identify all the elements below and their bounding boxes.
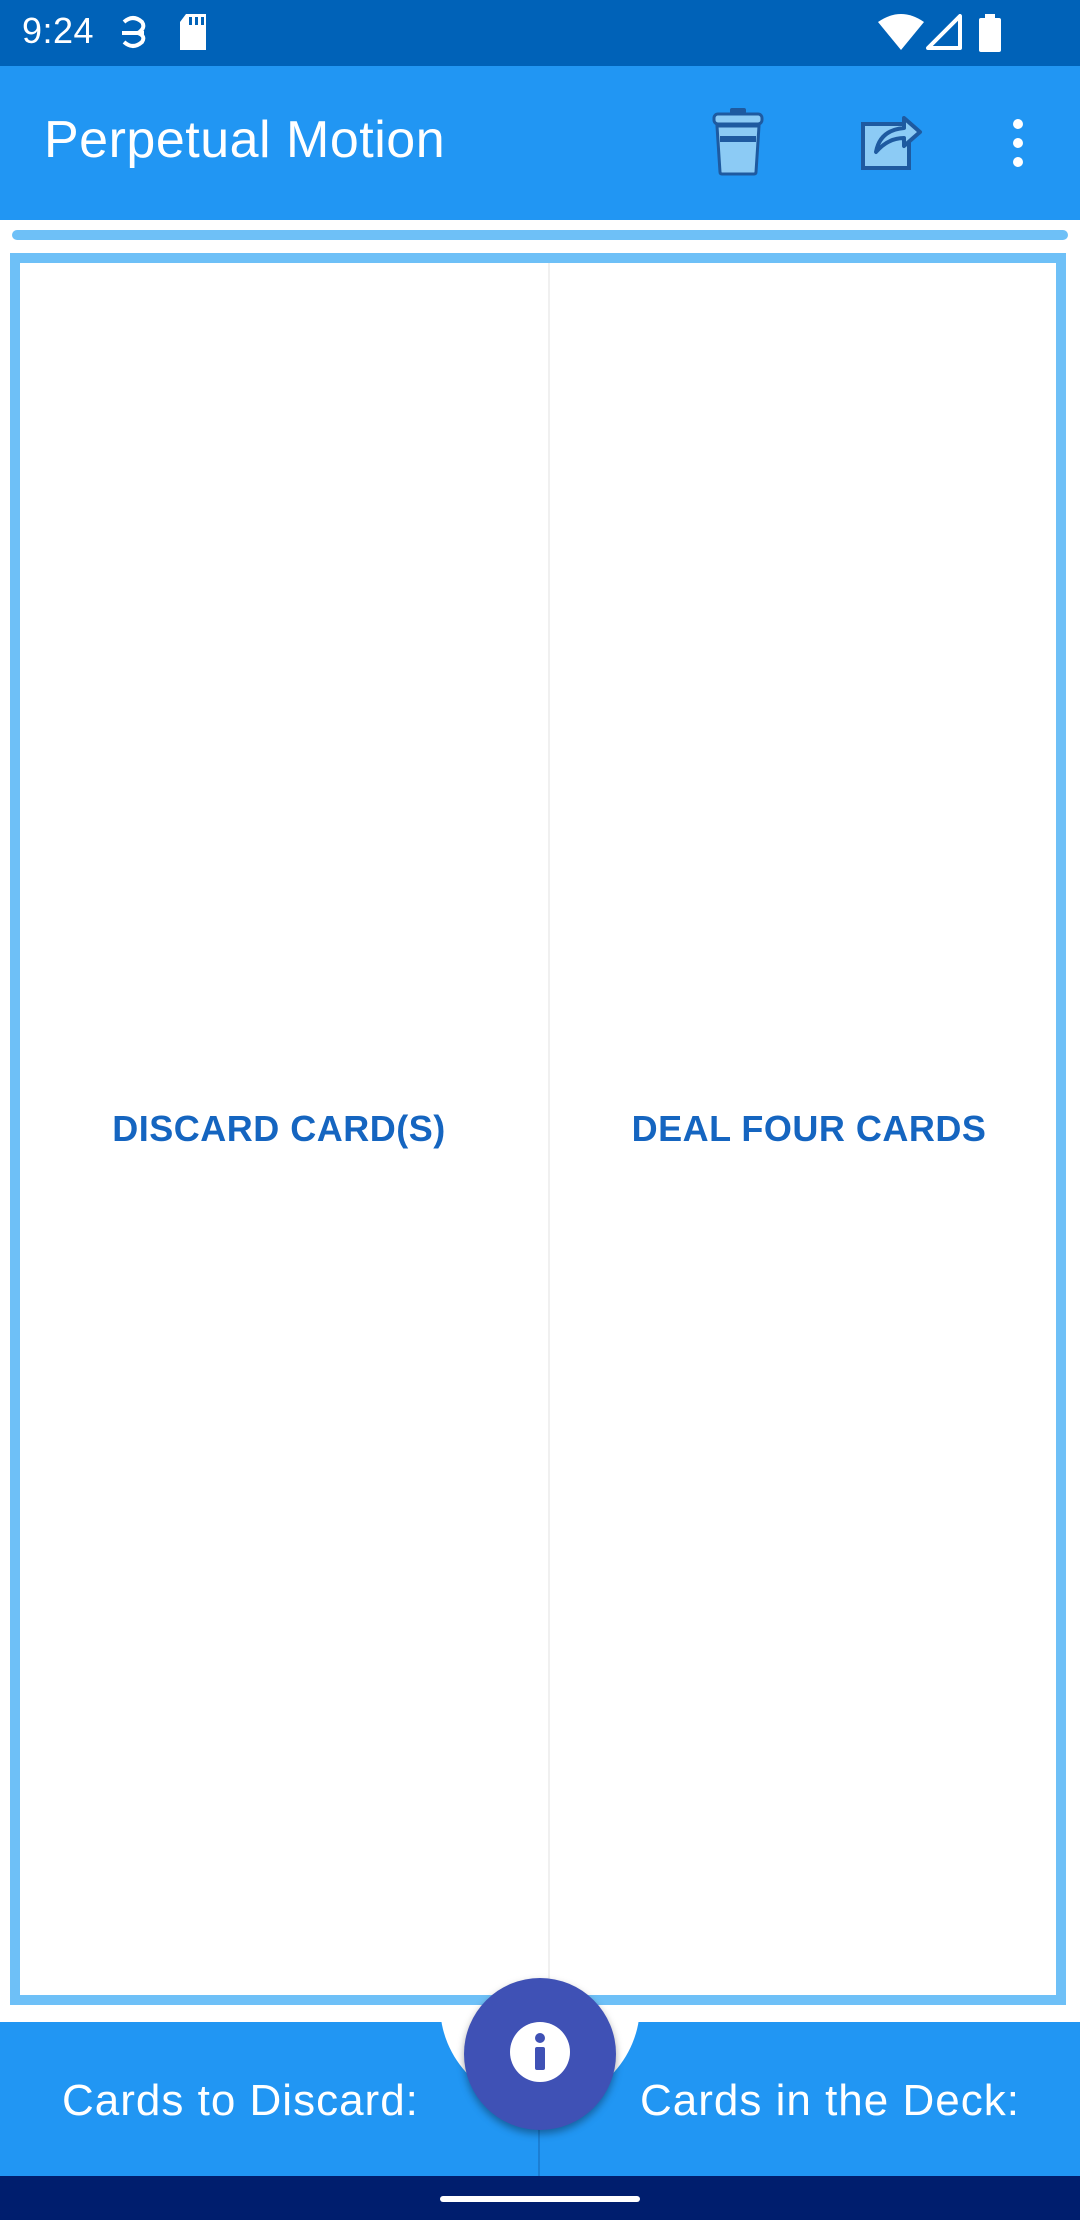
more-vert-icon[interactable]	[1006, 118, 1030, 173]
battery-icon	[978, 14, 1002, 57]
play-area: DISCARD CARD(S) DEAL FOUR CARDS	[10, 253, 1066, 2005]
status-time: 9:24	[22, 10, 95, 51]
trash-icon[interactable]	[708, 106, 768, 181]
sd-card-icon	[178, 14, 208, 55]
deal-four-cards-zone[interactable]: DEAL FOUR CARDS	[550, 263, 1068, 1995]
info-icon	[509, 2021, 571, 2088]
progress-line	[12, 230, 1068, 240]
info-button[interactable]	[464, 1978, 616, 2130]
cellular-signal-icon	[926, 14, 962, 55]
discard-cards-zone[interactable]: DISCARD CARD(S)	[20, 263, 538, 1995]
app-bar: Perpetual Motion	[0, 66, 1080, 220]
cards-to-discard-label: Cards to Discard:	[62, 2076, 419, 2125]
cards-in-deck-label: Cards in the Deck:	[640, 2076, 1020, 2125]
app-title: Perpetual Motion	[44, 111, 446, 169]
status-bar: 9:24	[0, 0, 1080, 66]
data-saver-icon	[116, 14, 150, 57]
wifi-icon	[878, 14, 924, 55]
navigation-bar	[0, 2176, 1080, 2220]
discard-cards-label: DISCARD CARD(S)	[112, 1108, 446, 1149]
deal-four-cards-label: DEAL FOUR CARDS	[631, 1108, 987, 1149]
share-icon[interactable]	[860, 110, 924, 177]
home-gesture-handle[interactable]	[440, 2196, 640, 2202]
